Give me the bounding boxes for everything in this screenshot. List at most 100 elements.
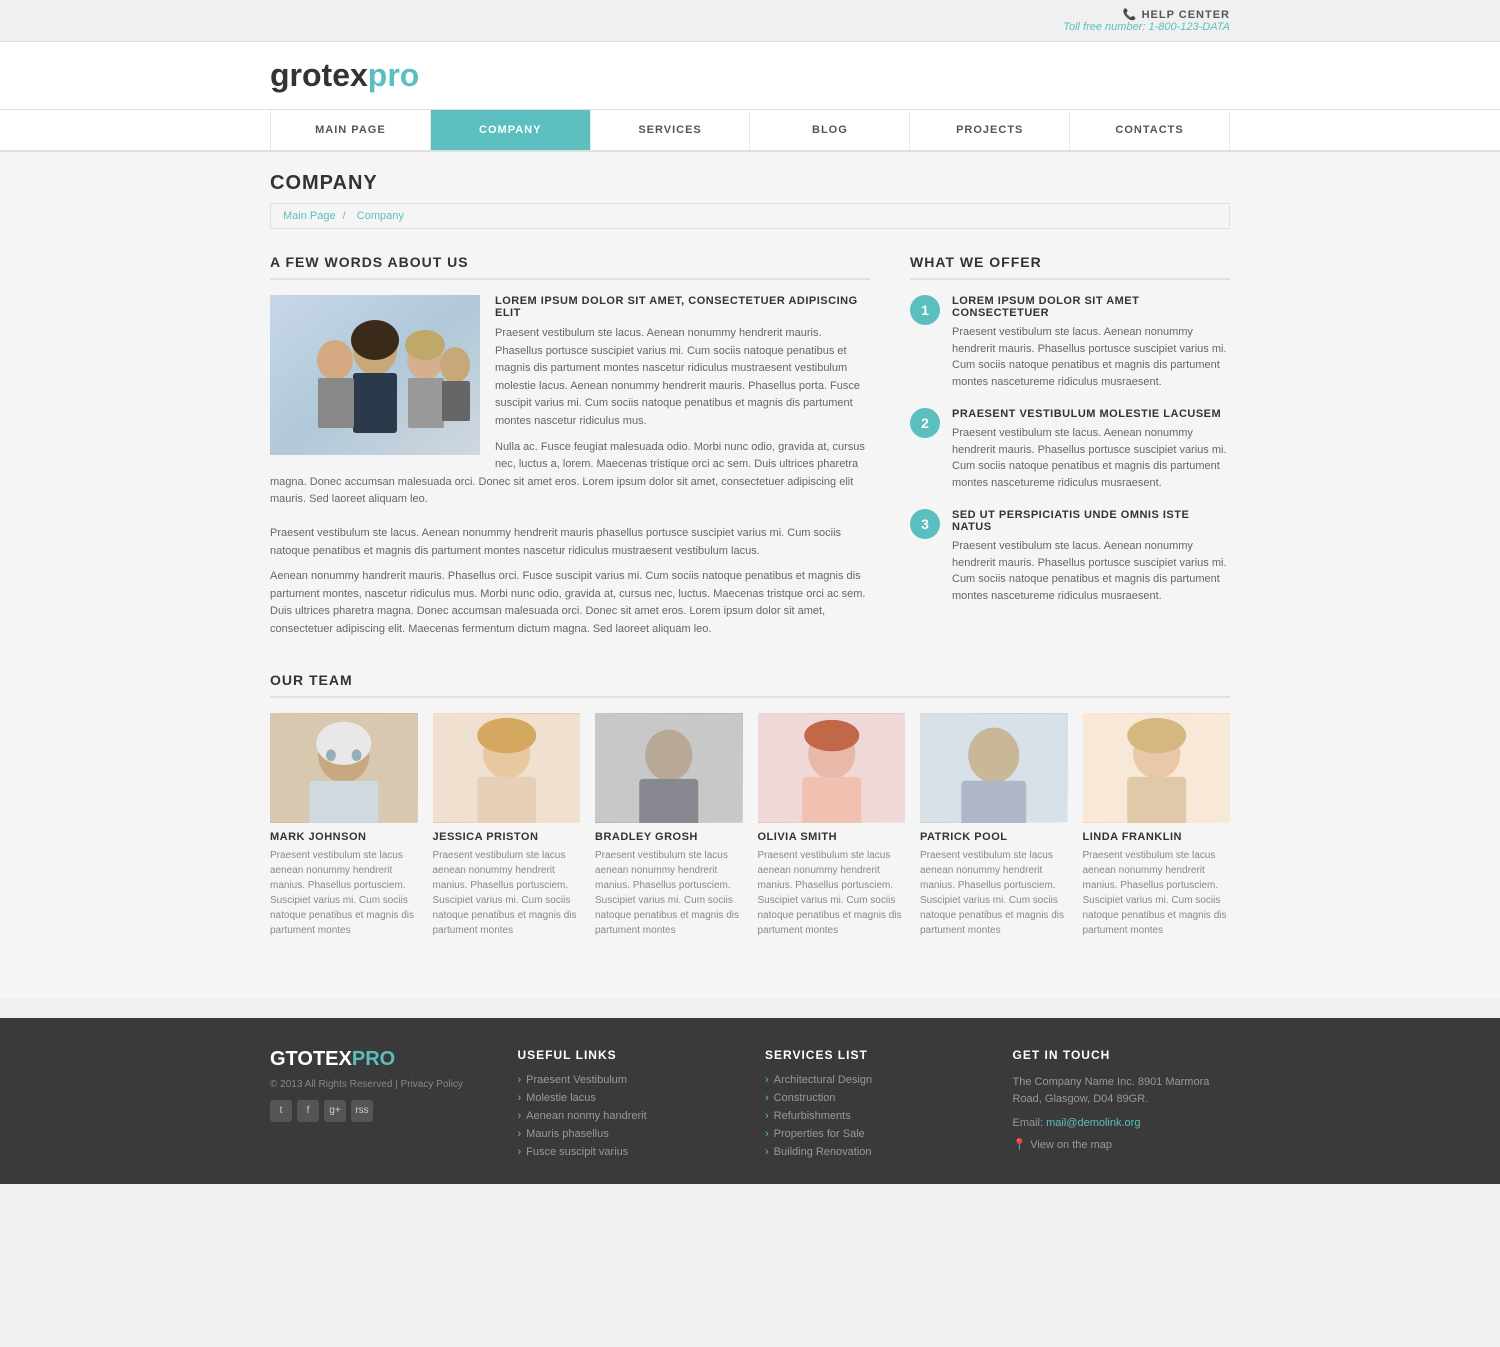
map-pin-icon: 📍: [1013, 1138, 1027, 1151]
footer-col-services: SERVICES LIST Architectural Design Const…: [765, 1048, 983, 1164]
footer-address: The Company Name Inc. 8901 Marmora Road,…: [1013, 1074, 1231, 1109]
about-offer-row: A FEW WORDS ABOUT US: [270, 254, 1230, 647]
offer-item-1: 1 LOREM IPSUM DOLOR SIT AMET CONSECTETUE…: [910, 295, 1230, 390]
footer-social: t f g+ rss: [270, 1100, 488, 1122]
page-title-section: COMPANY Main Page / Company: [270, 172, 1230, 229]
logo[interactable]: grotexpro: [270, 57, 419, 94]
about-section-title: A FEW WORDS ABOUT US: [270, 254, 870, 280]
footer-map-label: View on the map: [1030, 1139, 1112, 1151]
nav-item-company[interactable]: COMPANY: [431, 110, 591, 150]
footer-service-1[interactable]: Architectural Design: [765, 1074, 983, 1086]
header: grotexpro: [0, 42, 1500, 110]
footer-map-link[interactable]: 📍 View on the map: [1013, 1138, 1231, 1151]
about-image: [270, 295, 480, 455]
footer-service-3[interactable]: Refurbishments: [765, 1110, 983, 1122]
team-photo-5: [920, 713, 1068, 823]
offer-section-title: WHAT WE OFFER: [910, 254, 1230, 280]
about-paragraph-4: Aenean nonummy handrerit mauris. Phasell…: [270, 568, 870, 638]
nav-item-contacts[interactable]: CONTACTS: [1070, 110, 1230, 150]
team-member-1: MARK JOHNSON Praesent vestibulum ste lac…: [270, 713, 418, 938]
footer-email-link[interactable]: mail@demolink.org: [1046, 1117, 1140, 1129]
offer-title-3: SED UT PERSPICIATIS UNDE OMNIS ISTE NATU…: [952, 509, 1230, 533]
footer-link-4[interactable]: Mauris phasellus: [518, 1128, 736, 1140]
footer-inner: GTOTEXPRO © 2013 All Rights Reserved | P…: [270, 1048, 1230, 1184]
about-paragraph-3: Praesent vestibulum ste lacus. Aenean no…: [270, 525, 870, 560]
team-section-title: OUR TEAM: [270, 672, 1230, 698]
team-member-5: PATRICK POOL Praesent vestibulum ste lac…: [920, 713, 1068, 938]
footer-link-2[interactable]: Molestie lacus: [518, 1092, 736, 1104]
team-text-5: Praesent vestibulum ste lacus aenean non…: [920, 848, 1068, 938]
footer-col-links: USEFUL LINKS Praesent Vestibulum Molesti…: [518, 1048, 736, 1164]
footer-logo-main: GTOTEX: [270, 1048, 352, 1070]
social-googleplus-icon[interactable]: g+: [324, 1100, 346, 1122]
offer-title-1: LOREM IPSUM DOLOR SIT AMET CONSECTETUER: [952, 295, 1230, 319]
offer-item-3: 3 SED UT PERSPICIATIS UNDE OMNIS ISTE NA…: [910, 509, 1230, 604]
phone-number: Toll free number: 1-800-123-DATA: [1063, 21, 1230, 33]
team-name-1: MARK JOHNSON: [270, 831, 418, 843]
team-name-3: BRADLEY GROSH: [595, 831, 743, 843]
footer-logo-accent: PRO: [352, 1048, 395, 1070]
nav-item-blog[interactable]: BLOG: [750, 110, 910, 150]
team-name-6: LINDA FRANKLIN: [1083, 831, 1231, 843]
phone-icon: 📞: [1123, 9, 1138, 21]
team-grid: MARK JOHNSON Praesent vestibulum ste lac…: [270, 713, 1230, 938]
team-section: OUR TEAM MARK JOHNSON Pra: [270, 672, 1230, 938]
social-twitter-icon[interactable]: t: [270, 1100, 292, 1122]
team-photo-3: [595, 713, 743, 823]
logo-main: grotex: [270, 57, 368, 93]
offer-number-1: 1: [910, 295, 940, 325]
team-member-6: LINDA FRANKLIN Praesent vestibulum ste l…: [1083, 713, 1231, 938]
footer-service-4[interactable]: Properties for Sale: [765, 1128, 983, 1140]
page-title: COMPANY: [270, 172, 1230, 195]
about-section: A FEW WORDS ABOUT US: [270, 254, 870, 647]
team-member-3: BRADLEY GROSH Praesent vestibulum ste la…: [595, 713, 743, 938]
footer-email-label: Email:: [1013, 1117, 1044, 1129]
footer-link-1[interactable]: Praesent Vestibulum: [518, 1074, 736, 1086]
offer-number-2: 2: [910, 408, 940, 438]
team-name-2: JESSICA PRISTON: [433, 831, 581, 843]
footer-service-2[interactable]: Construction: [765, 1092, 983, 1104]
nav-item-main-page[interactable]: MAIN PAGE: [270, 110, 431, 150]
footer-email-row: Email: mail@demolink.org: [1013, 1115, 1231, 1133]
offer-text-3: Praesent vestibulum ste lacus. Aenean no…: [952, 538, 1230, 604]
offer-text-2: Praesent vestibulum ste lacus. Aenean no…: [952, 425, 1230, 491]
footer-link-5[interactable]: Fusce suscipit varius: [518, 1146, 736, 1158]
offer-content-3: SED UT PERSPICIATIS UNDE OMNIS ISTE NATU…: [952, 509, 1230, 604]
offer-item-2: 2 PRAESENT VESTIBULUM MOLESTIE LACUSEM P…: [910, 408, 1230, 491]
team-member-4: OLIVIA SMITH Praesent vestibulum ste lac…: [758, 713, 906, 938]
help-center: 📞 HELP CENTER Toll free number: 1-800-12…: [1063, 8, 1230, 33]
footer-service-5[interactable]: Building Renovation: [765, 1146, 983, 1158]
footer: GTOTEXPRO © 2013 All Rights Reserved | P…: [0, 1018, 1500, 1184]
social-facebook-icon[interactable]: f: [297, 1100, 319, 1122]
breadcrumb-current: Company: [357, 210, 404, 222]
team-name-5: PATRICK POOL: [920, 831, 1068, 843]
breadcrumb: Main Page / Company: [270, 203, 1230, 229]
navigation: MAIN PAGE COMPANY SERVICES BLOG PROJECTS…: [0, 110, 1500, 152]
social-rss-icon[interactable]: rss: [351, 1100, 373, 1122]
team-text-2: Praesent vestibulum ste lacus aenean non…: [433, 848, 581, 938]
footer-contact-title: GET IN TOUCH: [1013, 1048, 1231, 1062]
team-text-1: Praesent vestibulum ste lacus aenean non…: [270, 848, 418, 938]
offer-content-1: LOREM IPSUM DOLOR SIT AMET CONSECTETUER …: [952, 295, 1230, 390]
offer-content-2: PRAESENT VESTIBULUM MOLESTIE LACUSEM Pra…: [952, 408, 1230, 491]
offer-title-2: PRAESENT VESTIBULUM MOLESTIE LACUSEM: [952, 408, 1230, 420]
team-text-3: Praesent vestibulum ste lacus aenean non…: [595, 848, 743, 938]
offer-section: WHAT WE OFFER 1 LOREM IPSUM DOLOR SIT AM…: [910, 254, 1230, 647]
offer-text-1: Praesent vestibulum ste lacus. Aenean no…: [952, 324, 1230, 390]
footer-useful-links-title: USEFUL LINKS: [518, 1048, 736, 1062]
footer-logo[interactable]: GTOTEXPRO: [270, 1048, 488, 1071]
footer-link-3[interactable]: Aenean nonmy handrerit: [518, 1110, 736, 1122]
top-bar: 📞 HELP CENTER Toll free number: 1-800-12…: [0, 0, 1500, 42]
team-text-4: Praesent vestibulum ste lacus aenean non…: [758, 848, 906, 938]
logo-accent: pro: [368, 57, 420, 93]
team-photo-6: [1083, 713, 1231, 823]
team-photo-1: [270, 713, 418, 823]
team-photo-4: [758, 713, 906, 823]
footer-col-logo: GTOTEXPRO © 2013 All Rights Reserved | P…: [270, 1048, 488, 1164]
footer-copyright: © 2013 All Rights Reserved | Privacy Pol…: [270, 1079, 488, 1090]
nav-item-projects[interactable]: PROJECTS: [910, 110, 1070, 150]
breadcrumb-home[interactable]: Main Page: [283, 210, 336, 222]
main-content: COMPANY Main Page / Company A FEW WORDS …: [270, 152, 1230, 978]
team-name-4: OLIVIA SMITH: [758, 831, 906, 843]
nav-item-services[interactable]: SERVICES: [591, 110, 751, 150]
